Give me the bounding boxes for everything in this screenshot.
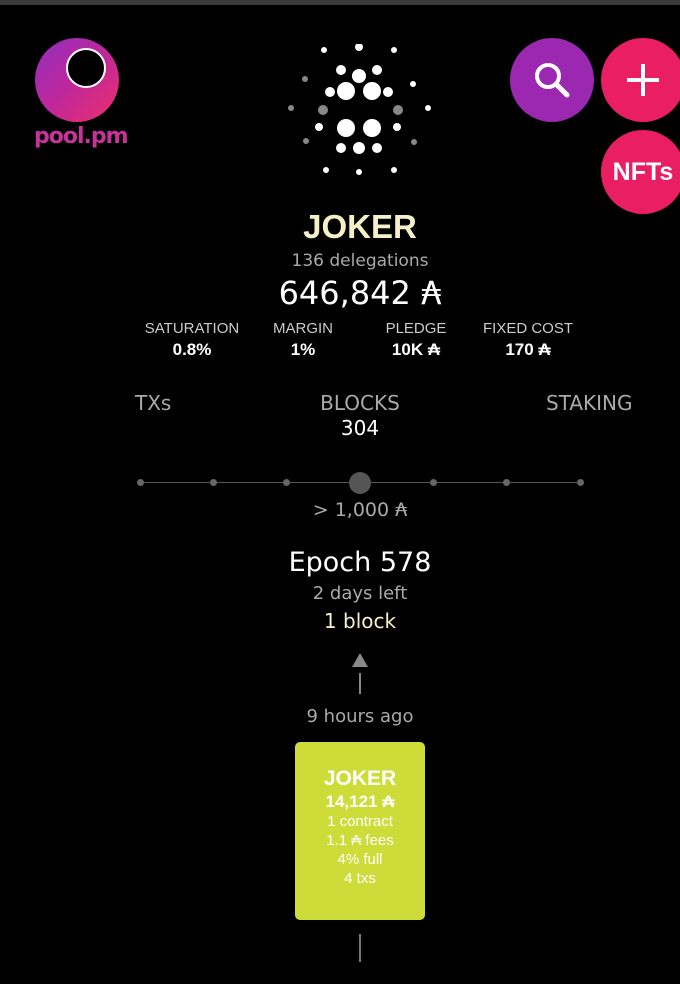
slider-stop[interactable] xyxy=(576,479,584,486)
slider-stop[interactable] xyxy=(209,479,217,486)
stat-label: SATURATION xyxy=(144,320,240,337)
slider-stop[interactable] xyxy=(136,479,144,486)
cardano-logo-icon xyxy=(288,44,431,175)
slider-stop[interactable] xyxy=(429,479,437,486)
epoch-title: Epoch 578 xyxy=(288,547,432,578)
slider-stop[interactable] xyxy=(503,479,511,486)
amount-filter-label: > 1,000 ₳ xyxy=(312,499,408,521)
block-amount: 14,121 ₳ xyxy=(325,792,395,811)
timeline-connector xyxy=(359,934,361,962)
stat-label: FIXED COST xyxy=(482,320,573,337)
slider-knob[interactable] xyxy=(349,472,371,494)
block-pool-name: JOKER xyxy=(323,767,397,790)
logo-text[interactable]: pool.pm xyxy=(34,124,129,149)
stat-value: 170 ₳ xyxy=(505,340,551,359)
block-txs: 4 txs xyxy=(344,870,376,887)
tab-staking[interactable]: STAKING xyxy=(546,391,633,415)
pool-name: JOKER xyxy=(303,208,417,245)
stat-label: MARGIN xyxy=(273,320,333,337)
epoch-block-count: 1 block xyxy=(323,609,397,633)
epoch-days-left: 2 days left xyxy=(312,583,408,604)
search-button[interactable] xyxy=(510,38,594,122)
block-time-ago: 9 hours ago xyxy=(306,706,414,727)
timeline-connector xyxy=(359,673,361,694)
stat-label: PLEDGE xyxy=(385,320,447,337)
logo-hole xyxy=(66,48,106,88)
delegations-count: 136 delegations xyxy=(291,251,429,271)
stat-value: 1% xyxy=(290,340,316,359)
arrow-up-icon xyxy=(352,653,368,667)
stat-fixed-cost: FIXED COST 170 ₳ xyxy=(478,320,578,360)
amount-filter-slider[interactable] xyxy=(136,468,584,498)
window-top-bar xyxy=(0,0,680,5)
block-fees: 1.1 ₳ fees xyxy=(326,832,394,849)
stat-margin: MARGIN 1% xyxy=(268,320,338,360)
stat-value: 10K ₳ xyxy=(391,340,441,359)
stat-value: 0.8% xyxy=(172,340,212,359)
block-contracts: 1 contract xyxy=(327,813,393,830)
search-icon xyxy=(535,63,570,98)
slider-stop[interactable] xyxy=(283,479,291,486)
pool-stake: 646,842 ₳ xyxy=(278,274,442,312)
pool-pm-logo-icon[interactable] xyxy=(35,38,119,122)
block-full: 4% full xyxy=(337,851,383,868)
add-button[interactable] xyxy=(601,38,680,122)
stat-pledge: PLEDGE 10K ₳ xyxy=(380,320,452,360)
nfts-button[interactable]: NFTs xyxy=(601,130,680,214)
plus-icon xyxy=(627,64,659,96)
blocks-count: 304 xyxy=(340,416,380,440)
block-card[interactable]: JOKER 14,121 ₳ 1 contract 1.1 ₳ fees 4% … xyxy=(295,742,425,920)
stat-saturation: SATURATION 0.8% xyxy=(140,320,244,360)
